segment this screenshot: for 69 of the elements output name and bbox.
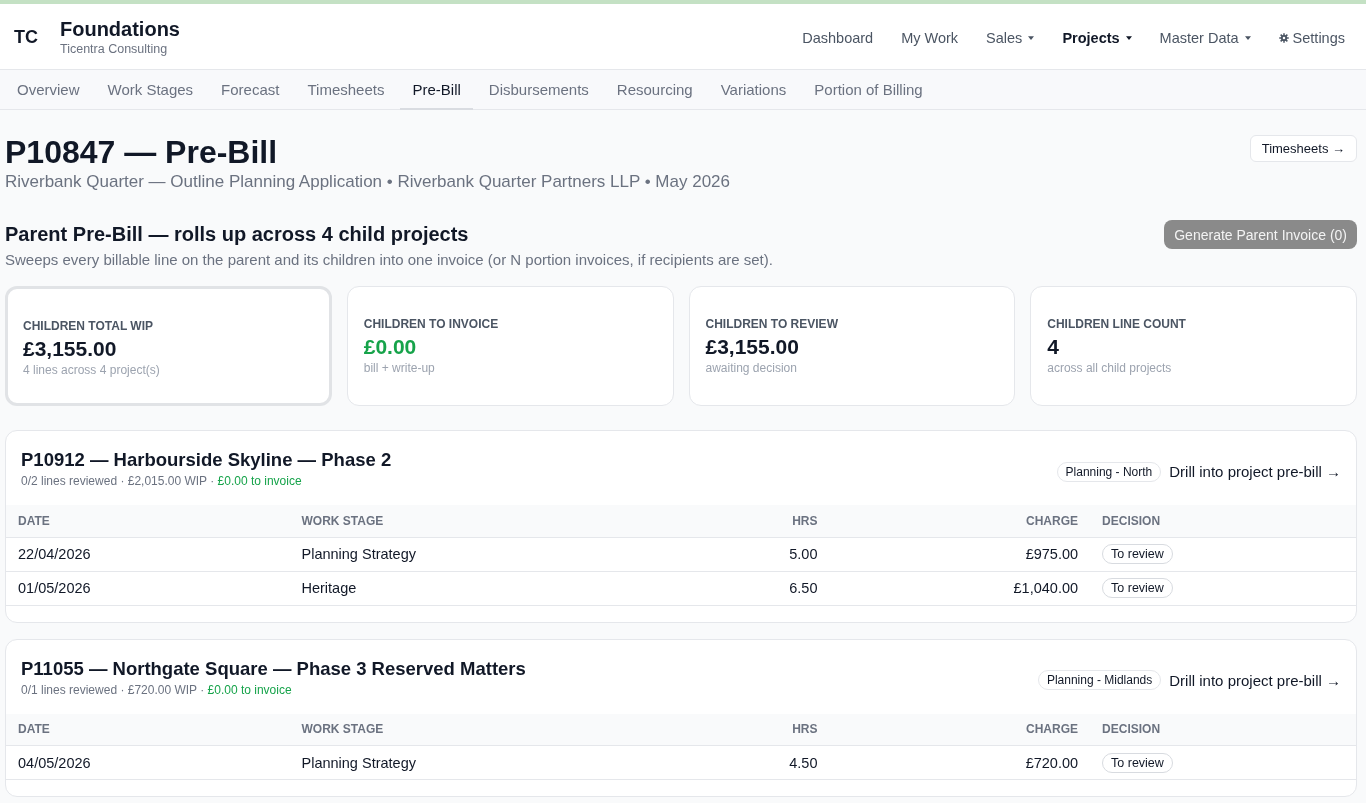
column-header: WORK STAGE	[289, 505, 641, 537]
tab[interactable]: Resourcing	[604, 70, 705, 110]
table-cell: Planning Strategy	[289, 537, 641, 571]
tab[interactable]: Work Stages	[95, 70, 206, 110]
table-cell: £1,040.00	[829, 571, 1091, 605]
column-header: CHARGE	[829, 713, 1091, 746]
column-header: DECISION	[1090, 713, 1356, 746]
timesheets-button[interactable]: Timesheets →	[1249, 135, 1357, 162]
table-cell: 22/04/2026	[6, 537, 290, 571]
company-name: Ticentra Consulting	[60, 40, 169, 57]
table-cell: Heritage	[289, 571, 641, 605]
page-subtitle: Riverbank Quarter — Outline Planning Application • Riverbank Quarter Partners LLP • May 2026	[5, 171, 730, 193]
project-summary: 0/1 lines reviewed · £720.00 WIP ·	[21, 682, 205, 697]
caret-icon	[1125, 35, 1132, 40]
page-title: P10847 — Pre-Bill	[5, 134, 279, 170]
stat-note: 4 lines across 4 project(s)	[23, 362, 161, 378]
table-cell: Planning Strategy	[289, 745, 641, 780]
nav-link[interactable]: Sales	[986, 29, 1035, 46]
drill-link[interactable]: Drill into project pre-bill →	[1169, 671, 1341, 689]
stat-value: £3,155.00	[705, 334, 800, 360]
stat-note: bill + write-up	[363, 360, 436, 376]
nav-link[interactable]: My Work	[901, 29, 959, 46]
tab[interactable]: Overview	[5, 70, 92, 110]
logo-text: TC	[14, 27, 38, 48]
table-cell: 01/05/2026	[6, 571, 290, 605]
invoice-amount: £0.00 to invoice	[217, 474, 302, 488]
stat-label: CHILDREN LINE COUNT	[1047, 316, 1187, 332]
nav-link[interactable]: Dashboard	[802, 29, 874, 46]
table-cell: 5.00	[640, 537, 830, 571]
nav-link[interactable]: Projects	[1062, 29, 1132, 46]
caret-icon	[1028, 35, 1035, 40]
table-cell: £720.00	[829, 745, 1091, 780]
stat-note: across all child projects	[1047, 360, 1173, 376]
stat-label: CHILDREN TO INVOICE	[363, 316, 500, 332]
table-cell: 04/05/2026	[6, 745, 290, 780]
tab[interactable]: Disbursements	[476, 70, 601, 110]
table-cell: £975.00	[829, 537, 1091, 571]
tab[interactable]: Forecast	[209, 70, 292, 110]
stat-value: £3,155.00	[23, 336, 118, 362]
tab[interactable]: Variations	[708, 70, 799, 110]
table-cell: 4.50	[640, 745, 830, 780]
stat-note: awaiting decision	[705, 360, 798, 376]
tab[interactable]: Pre-Bill	[400, 70, 473, 110]
stat-label: CHILDREN TOTAL WIP	[23, 318, 154, 334]
app-title: Foundations	[60, 16, 180, 41]
column-header: DATE	[6, 713, 290, 746]
caret-icon	[1244, 35, 1251, 40]
table-cell: 6.50	[640, 571, 830, 605]
nav-link[interactable]: Master Data	[1159, 29, 1251, 46]
project-summary: 0/2 lines reviewed · £2,015.00 WIP ·	[21, 474, 215, 488]
column-header: HRS	[640, 505, 830, 537]
project-title: P10912 — Harbourside Skyline — Phase 2	[21, 448, 392, 472]
stat-label: CHILDREN TO REVIEW	[705, 316, 839, 332]
nav-link[interactable]: Settings	[1278, 29, 1345, 46]
section-description: Sweeps every billable line on the parent and its children into one invoice (or N portion invoices, if recipients are set).	[5, 251, 773, 269]
column-header: CHARGE	[829, 505, 1091, 537]
invoice-amount: £0.00 to invoice	[207, 682, 292, 697]
column-header: HRS	[640, 713, 830, 746]
tab[interactable]: Portion of Billing	[802, 70, 935, 110]
drill-link[interactable]: Drill into project pre-bill →	[1169, 463, 1341, 480]
column-header: DECISION	[1090, 505, 1356, 537]
column-header: DATE	[6, 505, 290, 537]
column-header: WORK STAGE	[289, 713, 641, 746]
stat-value: £0.00	[363, 334, 418, 360]
project-title: P11055 — Northgate Square — Phase 3 Reserved Matters	[21, 656, 526, 681]
tab[interactable]: Timesheets	[295, 70, 397, 110]
section-title: Parent Pre-Bill — rolls up across 4 child projects	[5, 222, 470, 247]
gear-icon	[1278, 32, 1289, 43]
stat-value: 4	[1047, 334, 1060, 360]
